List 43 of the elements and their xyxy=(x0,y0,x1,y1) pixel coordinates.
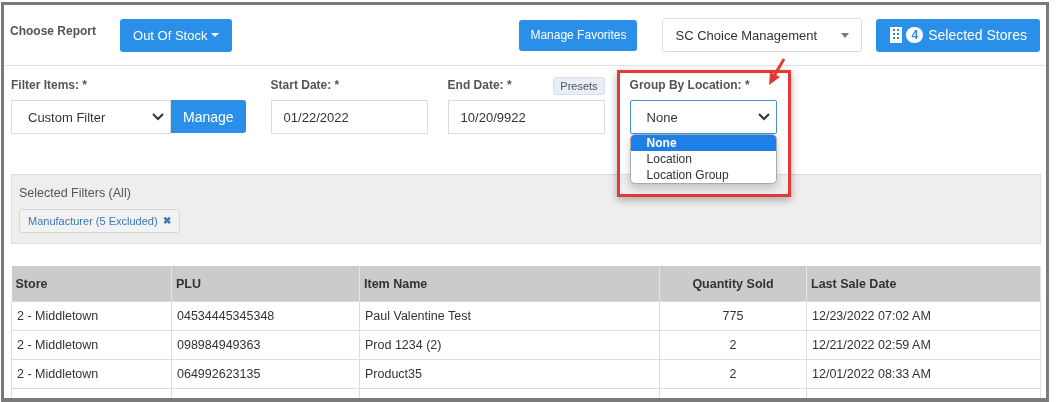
table-cell: Prod 1234 (2) xyxy=(359,330,660,360)
table-cell: 2 xyxy=(659,330,807,360)
table-cell: Product35 xyxy=(359,359,660,389)
end-date-field[interactable]: 10/20/9922 xyxy=(447,100,605,134)
presets-button[interactable]: Presets xyxy=(553,76,605,95)
column-header[interactable]: Quantity Sold xyxy=(659,266,807,302)
table-cell: 098984949363 xyxy=(171,330,360,360)
table-cell: 12/23/2022 07:02 AM xyxy=(806,301,1041,331)
table-cell: 2 - Middletown xyxy=(11,359,172,389)
filter-select[interactable]: Custom Filter xyxy=(11,100,171,134)
choose-report-label: Choose Report xyxy=(10,24,96,38)
table-cell: 2 - Middletown xyxy=(11,330,172,360)
building-icon xyxy=(890,27,903,43)
table-cell: 12/21/2022 02:59 AM xyxy=(806,330,1041,360)
start-date-label: Start Date: * xyxy=(270,78,341,93)
table-cell: 775 xyxy=(659,301,807,331)
table-cell: 064992623135 xyxy=(171,359,360,389)
table-cell: 2 xyxy=(659,359,807,389)
store-count-badge: 4 xyxy=(906,27,924,43)
chevron-down-icon xyxy=(152,113,164,121)
column-header[interactable]: Item Name xyxy=(359,266,660,302)
table-cell: Paul Valentine Test xyxy=(359,301,660,331)
group-by-select[interactable]: None xyxy=(629,100,777,134)
remove-icon[interactable]: ✖ xyxy=(162,215,171,227)
table-cell: 12/01/2022 08:33 AM xyxy=(806,359,1041,389)
table-cell: 04534445345348 xyxy=(171,301,360,331)
selected-filters-title: Selected Filters (All) xyxy=(19,186,132,200)
table-cell: 2 - Middletown xyxy=(11,301,172,331)
end-date-label: End Date: * xyxy=(447,78,512,93)
dropdown-option[interactable]: Location Group xyxy=(630,167,776,183)
chevron-down-icon xyxy=(757,113,770,121)
filter-items-label: Filter Items: * xyxy=(11,78,89,93)
company-select[interactable]: SC Choice Management xyxy=(662,18,863,52)
column-header[interactable]: PLU xyxy=(171,266,360,302)
dropdown-option[interactable]: None xyxy=(630,135,776,151)
column-header[interactable]: Last Sale Date xyxy=(806,266,1041,302)
group-by-location-label: Group By Location: * xyxy=(629,78,751,93)
column-header[interactable]: Store xyxy=(11,266,172,302)
caret-icon xyxy=(211,33,220,37)
filter-tag-label: Manufacturer (5 Excluded) xyxy=(28,215,158,227)
start-date-field[interactable]: 01/22/2022 xyxy=(270,100,428,134)
dropdown-triangle-icon xyxy=(841,32,850,38)
dropdown-option[interactable]: Location xyxy=(630,151,776,167)
